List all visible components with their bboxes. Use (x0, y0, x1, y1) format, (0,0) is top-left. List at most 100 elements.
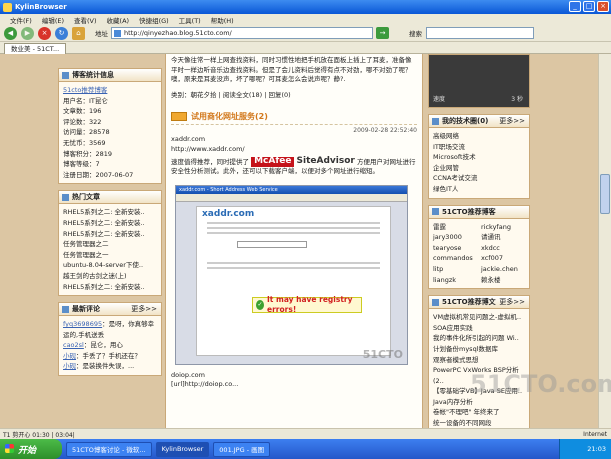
blogger-link[interactable]: xcf007 (481, 253, 525, 264)
page-icon (114, 29, 121, 37)
menu-help[interactable]: 帮助(H) (211, 15, 234, 25)
media-speed-label[interactable]: 速度 (433, 94, 445, 103)
hot-article-link[interactable]: RHEL5系列之二: 全新安装.. (63, 282, 157, 293)
articles-panel-header: 51CTO推荐博文 更多>> (429, 296, 529, 310)
hot-article-link[interactable]: RHEL5系列之二: 全新安装.. (63, 218, 157, 229)
comments-more-link[interactable]: 更多>> (131, 304, 157, 314)
browser-icon (3, 2, 12, 12)
stats-panel: 博客统计信息 51cto推荐博客 用户名：IT昆仑 文章数：196 评论数：32… (58, 68, 162, 185)
tab-bar: 数业美 - 51CT... (0, 42, 611, 54)
recommended-article-link[interactable]: SOA应用实践 (433, 323, 525, 334)
post-title[interactable]: 试用商化网址服务(2) (191, 112, 268, 122)
recommended-article-link[interactable]: 观察者模式思想 (433, 355, 525, 366)
comments-panel-header: 最新评论 更多>> (59, 303, 161, 317)
stat-articles: 文章数：196 (63, 107, 102, 116)
stat-register-date: 注册日期：2007-06-07 (63, 170, 134, 179)
tech-circle-link[interactable]: 企业网管 (433, 163, 525, 174)
recommended-article-link[interactable]: 计划备份mysql数据库 (433, 344, 525, 355)
stop-icon[interactable]: × (38, 26, 51, 40)
comment-text: ：手丢了？手机还在？ (76, 351, 141, 360)
media-time-label: 3 秒 (511, 96, 523, 103)
comment-text: ：是装换件失误，... (76, 362, 135, 371)
tech-circle-link[interactable]: 绿色IT人 (433, 184, 525, 195)
comment-user-link[interactable]: cao2sl (63, 341, 84, 349)
hot-article-link[interactable]: 任务管理器之二 (63, 239, 157, 250)
siteadvisor-logo: SiteAdvisor (296, 156, 355, 166)
address-input[interactable]: http://qinyezhao.blog.51cto.com/ (111, 27, 373, 39)
blog-recommend-link[interactable]: 51cto推荐博客 (63, 85, 157, 96)
post-link[interactable]: [url]http://doiop.co... (171, 380, 417, 390)
menu-tools[interactable]: 工具(T) (179, 15, 201, 25)
hot-article-link[interactable]: RHEL5系列之二: 全新安装.. (63, 229, 157, 240)
system-tray: 21:03 (559, 439, 611, 459)
scroll-thumb[interactable] (600, 174, 610, 214)
recommended-article-link[interactable]: VM虚拟机常见问题之-虚拟机.. (433, 312, 525, 323)
taskbar-item[interactable]: 001.JPG - 画图 (213, 441, 271, 457)
home-icon[interactable]: ⌂ (72, 26, 85, 40)
blogger-link[interactable]: rickyfang (481, 222, 525, 233)
go-button[interactable]: → (376, 27, 389, 39)
blogger-link[interactable]: 雷霆 (433, 222, 477, 233)
comment-user-link[interactable]: 小砚 (63, 362, 76, 370)
hot-article-link[interactable]: 越王剑的古剑之迷(上) (63, 271, 157, 282)
post-date: 2009-02-28 22:52:40 (353, 126, 417, 134)
hot-title: 热门文章 (72, 193, 100, 202)
post-link[interactable]: http://www.xaddr.com/ (171, 145, 417, 155)
refresh-icon[interactable]: ↻ (55, 26, 68, 40)
hot-article-link[interactable]: 任务管理器之一 (63, 250, 157, 261)
close-button[interactable]: × (597, 1, 609, 12)
blogger-link[interactable]: 赖永楼 (481, 275, 525, 286)
recommended-article-link[interactable]: Java内存分析 (433, 397, 525, 408)
menu-edit[interactable]: 编辑(E) (42, 15, 64, 25)
shield-check-icon: ✓ (256, 299, 265, 310)
blogger-link[interactable]: liangzk (433, 275, 477, 286)
menu-file[interactable]: 文件(F) (10, 15, 32, 25)
maximize-button[interactable]: □ (583, 1, 595, 12)
registry-warning: ✓ It may have registry errors! (252, 295, 362, 314)
window-title: KylinBrowser (15, 3, 67, 11)
recommended-article-link[interactable]: 我的事件化所引起的问题 Wi.. (433, 333, 525, 344)
search-input[interactable] (426, 27, 534, 39)
forward-icon[interactable]: ▶ (21, 26, 34, 40)
status-zone: Internet (583, 430, 607, 438)
tech-circle-panel: 我的技术圈(0) 更多>> 高级网络 IT职场交流 Microsoft技术 企业网… (428, 114, 530, 199)
tech-circle-link[interactable]: IT职场交流 (433, 142, 525, 153)
taskbar-item[interactable]: 51CTO博客讨论 - 微软... (66, 441, 152, 457)
blogger-link[interactable]: litp (433, 264, 477, 275)
tab-blog[interactable]: 数业美 - 51CT... (4, 43, 67, 54)
menu-groups[interactable]: 快捷组(G) (139, 15, 169, 25)
articles-more-link[interactable]: 更多>> (499, 297, 525, 307)
comment-user-link[interactable]: 小砚 (63, 352, 76, 360)
blogger-link[interactable]: commandos (433, 253, 477, 264)
tech-circle-link[interactable]: Microsoft技术 (433, 152, 525, 163)
registry-warning-text: It may have registry errors! (267, 295, 353, 314)
start-button[interactable]: 开始 (0, 439, 62, 459)
taskbar-item[interactable]: KylinBrowser (155, 441, 210, 457)
post-line: xaddr.com (171, 135, 206, 143)
post-meta[interactable]: 类别：朝花夕拾 | 阅读全文(18) | 回复(0) (171, 91, 417, 101)
recommended-article-link[interactable]: 卷帐"不理吧" 年终来了 (433, 407, 525, 418)
minimize-button[interactable]: _ (569, 1, 581, 12)
back-icon[interactable]: ◀ (4, 26, 17, 40)
menu-view[interactable]: 查看(V) (74, 15, 97, 25)
tech-circle-link[interactable]: 高级网络 (433, 131, 525, 142)
mcafee-logo: McAfee (251, 156, 295, 167)
blogger-link[interactable]: tearyose (433, 243, 477, 254)
address-label: 地址 (95, 30, 108, 38)
menu-bar: 文件(F) 编辑(E) 查看(V) 收藏(A) 快捷组(G) 工具(T) 帮助(… (0, 14, 611, 25)
hot-article-link[interactable]: RHEL5系列之二: 全新安装.. (63, 207, 157, 218)
tech-circle-link[interactable]: CCNA考试交流 (433, 173, 525, 184)
site-watermark: 51CTO.com (470, 370, 611, 398)
post-line: doiop.com (171, 370, 205, 379)
menu-favorites[interactable]: 收藏(A) (107, 15, 130, 25)
taskbar: 开始 51CTO博客讨论 - 微软... KylinBrowser 001.JP… (0, 439, 611, 459)
post-header: 试用商化网址服务(2) (171, 112, 417, 125)
blogger-link[interactable]: xkdcc (481, 243, 525, 254)
blogger-link[interactable]: jackie.chen (481, 264, 525, 275)
stat-coins: 无忧币：3569 (63, 138, 106, 147)
tech-more-link[interactable]: 更多>> (499, 116, 525, 126)
blogger-link[interactable]: 请通讯 (481, 232, 525, 243)
comment-user-link[interactable]: fyq3698695 (63, 320, 102, 328)
hot-article-link[interactable]: ubuntu-8.04-server下使.. (63, 260, 157, 271)
blogger-link[interactable]: jary3000 (433, 232, 477, 243)
